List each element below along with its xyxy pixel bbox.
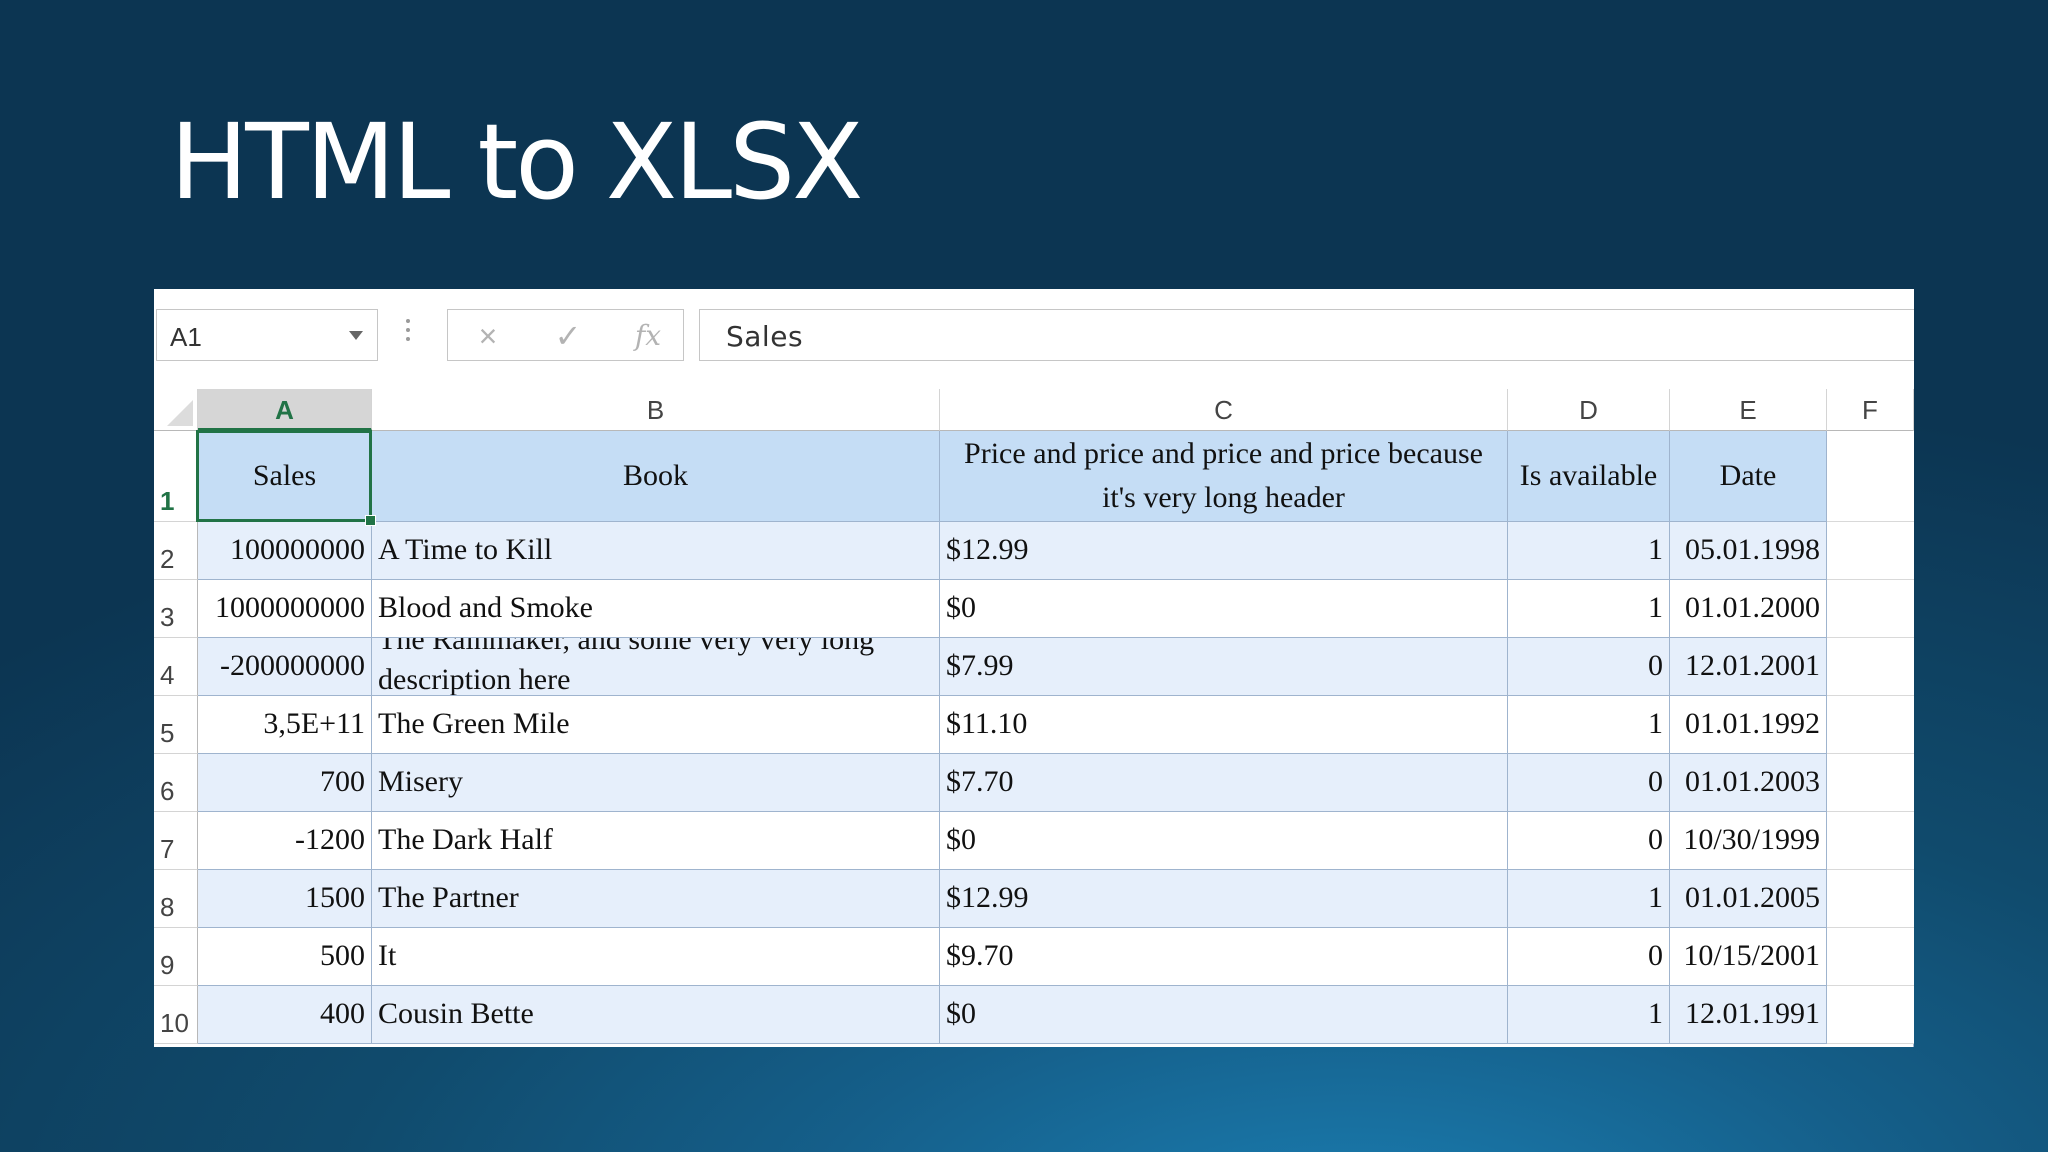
header-cell-book[interactable]: Book bbox=[372, 431, 940, 522]
cell-book[interactable]: The Dark Half bbox=[372, 812, 940, 870]
empty-cell[interactable] bbox=[1827, 522, 1914, 580]
cell-book[interactable]: It bbox=[372, 928, 940, 986]
row-header-2[interactable]: 2 bbox=[154, 522, 198, 580]
cell-available[interactable]: 0 bbox=[1508, 638, 1670, 696]
header-cell-sales[interactable]: Sales bbox=[198, 431, 372, 522]
cell-sales[interactable]: -1200 bbox=[198, 812, 372, 870]
row-number: 8 bbox=[160, 892, 175, 922]
row-header-4[interactable]: 4 bbox=[154, 638, 198, 696]
cell-date[interactable]: 12.01.1991 bbox=[1670, 986, 1827, 1044]
cell-sales[interactable]: 3,5E+11 bbox=[198, 696, 372, 754]
cell-date[interactable]: 10/15/2001 bbox=[1670, 928, 1827, 986]
column-header-e[interactable]: E bbox=[1670, 389, 1827, 431]
header-cell-price[interactable]: Price and price and price and price beca… bbox=[940, 431, 1508, 522]
row-header-8[interactable]: 8 bbox=[154, 870, 198, 928]
empty-cell[interactable] bbox=[1827, 754, 1914, 812]
cell-date[interactable]: 01.01.2003 bbox=[1670, 754, 1827, 812]
row-number: 7 bbox=[160, 834, 175, 864]
row-number: 9 bbox=[160, 950, 175, 980]
cell-price[interactable]: $0 bbox=[940, 580, 1508, 638]
cell-book[interactable]: The Green Mile bbox=[372, 696, 940, 754]
cell-available[interactable]: 0 bbox=[1508, 754, 1670, 812]
column-header-b[interactable]: B bbox=[372, 389, 940, 431]
row-header-3[interactable]: 3 bbox=[154, 580, 198, 638]
cell-price[interactable]: $12.99 bbox=[940, 522, 1508, 580]
empty-cell[interactable] bbox=[1827, 928, 1914, 986]
empty-cell[interactable] bbox=[1827, 986, 1914, 1044]
empty-cell[interactable] bbox=[1827, 580, 1914, 638]
row-number: 3 bbox=[160, 602, 175, 632]
cell-sales[interactable]: 400 bbox=[198, 986, 372, 1044]
cell-price[interactable]: $12.99 bbox=[940, 870, 1508, 928]
cell-date[interactable]: 05.01.1998 bbox=[1670, 522, 1827, 580]
column-header-f[interactable]: F bbox=[1827, 389, 1914, 431]
empty-cell[interactable] bbox=[1827, 812, 1914, 870]
cell-available[interactable]: 0 bbox=[1508, 928, 1670, 986]
cell-available[interactable]: 0 bbox=[1508, 812, 1670, 870]
column-header-a[interactable]: A bbox=[198, 389, 372, 431]
empty-cell[interactable] bbox=[1827, 638, 1914, 696]
cell-book[interactable]: A Time to Kill bbox=[372, 522, 940, 580]
empty-cell[interactable] bbox=[1827, 870, 1914, 928]
cell-available[interactable]: 1 bbox=[1508, 986, 1670, 1044]
cell-date[interactable]: 12.01.2001 bbox=[1670, 638, 1827, 696]
cell-sales[interactable]: -200000000 bbox=[198, 638, 372, 696]
cell-book[interactable]: Cousin Bette bbox=[372, 986, 940, 1044]
cell-available[interactable]: 1 bbox=[1508, 870, 1670, 928]
row-number: 4 bbox=[160, 660, 175, 690]
row-header-1[interactable]: 1 bbox=[154, 431, 198, 522]
cell-price[interactable]: $9.70 bbox=[940, 928, 1508, 986]
select-all-icon bbox=[167, 400, 193, 426]
row-number: 6 bbox=[160, 776, 175, 806]
cell-date[interactable]: 01.01.2000 bbox=[1670, 580, 1827, 638]
column-header-d[interactable]: D bbox=[1508, 389, 1670, 431]
cell-book[interactable]: Misery bbox=[372, 754, 940, 812]
cell-date[interactable]: 01.01.1992 bbox=[1670, 696, 1827, 754]
row-number: 5 bbox=[160, 718, 175, 748]
fill-handle[interactable] bbox=[365, 515, 376, 526]
column-header-c[interactable]: C bbox=[940, 389, 1508, 431]
row-header-10[interactable]: 10 bbox=[154, 986, 198, 1044]
cell-book[interactable]: Blood and Smoke bbox=[372, 580, 940, 638]
worksheet-grid: A B C D E F 1 2 3 4 5 6 7 8 9 10 Sales Book Price and pric… bbox=[154, 289, 1914, 1047]
row-header-7[interactable]: 7 bbox=[154, 812, 198, 870]
select-all-corner[interactable] bbox=[154, 389, 198, 431]
partial-row bbox=[154, 1044, 1914, 1047]
header-cell-date[interactable]: Date bbox=[1670, 431, 1827, 522]
row-header-6[interactable]: 6 bbox=[154, 754, 198, 812]
cell-price[interactable]: $0 bbox=[940, 812, 1508, 870]
cell-book[interactable]: The Rainmaker, and some very very long d… bbox=[372, 638, 940, 696]
row-number: 10 bbox=[160, 1008, 189, 1038]
row-header-5[interactable]: 5 bbox=[154, 696, 198, 754]
cell-price[interactable]: $7.99 bbox=[940, 638, 1508, 696]
cell-sales[interactable]: 700 bbox=[198, 754, 372, 812]
cell-sales[interactable]: 1500 bbox=[198, 870, 372, 928]
spreadsheet-screenshot: A1 × ✓ fx Sales A B C D E F 1 2 3 4 5 6 7 8 9 10 Sales Bo… bbox=[154, 289, 1914, 1047]
cell-price[interactable]: $7.70 bbox=[940, 754, 1508, 812]
empty-cell[interactable] bbox=[1827, 696, 1914, 754]
row-header-9[interactable]: 9 bbox=[154, 928, 198, 986]
cell-price[interactable]: $11.10 bbox=[940, 696, 1508, 754]
cell-date[interactable]: 10/30/1999 bbox=[1670, 812, 1827, 870]
cell-available[interactable]: 1 bbox=[1508, 522, 1670, 580]
row-number: 2 bbox=[160, 544, 175, 574]
header-cell-available[interactable]: Is available bbox=[1508, 431, 1670, 522]
cell-available[interactable]: 1 bbox=[1508, 696, 1670, 754]
row-number: 1 bbox=[160, 486, 175, 516]
cell-date[interactable]: 01.01.2005 bbox=[1670, 870, 1827, 928]
cell-sales[interactable]: 500 bbox=[198, 928, 372, 986]
empty-cell[interactable] bbox=[1827, 431, 1914, 522]
slide-title: HTML to XLSX bbox=[170, 101, 863, 223]
cell-book[interactable]: The Partner bbox=[372, 870, 940, 928]
cell-available[interactable]: 1 bbox=[1508, 580, 1670, 638]
cell-price[interactable]: $0 bbox=[940, 986, 1508, 1044]
cell-sales[interactable]: 1000000000 bbox=[198, 580, 372, 638]
cell-text: The Rainmaker, and some very very long d… bbox=[378, 638, 875, 696]
cell-sales[interactable]: 100000000 bbox=[198, 522, 372, 580]
